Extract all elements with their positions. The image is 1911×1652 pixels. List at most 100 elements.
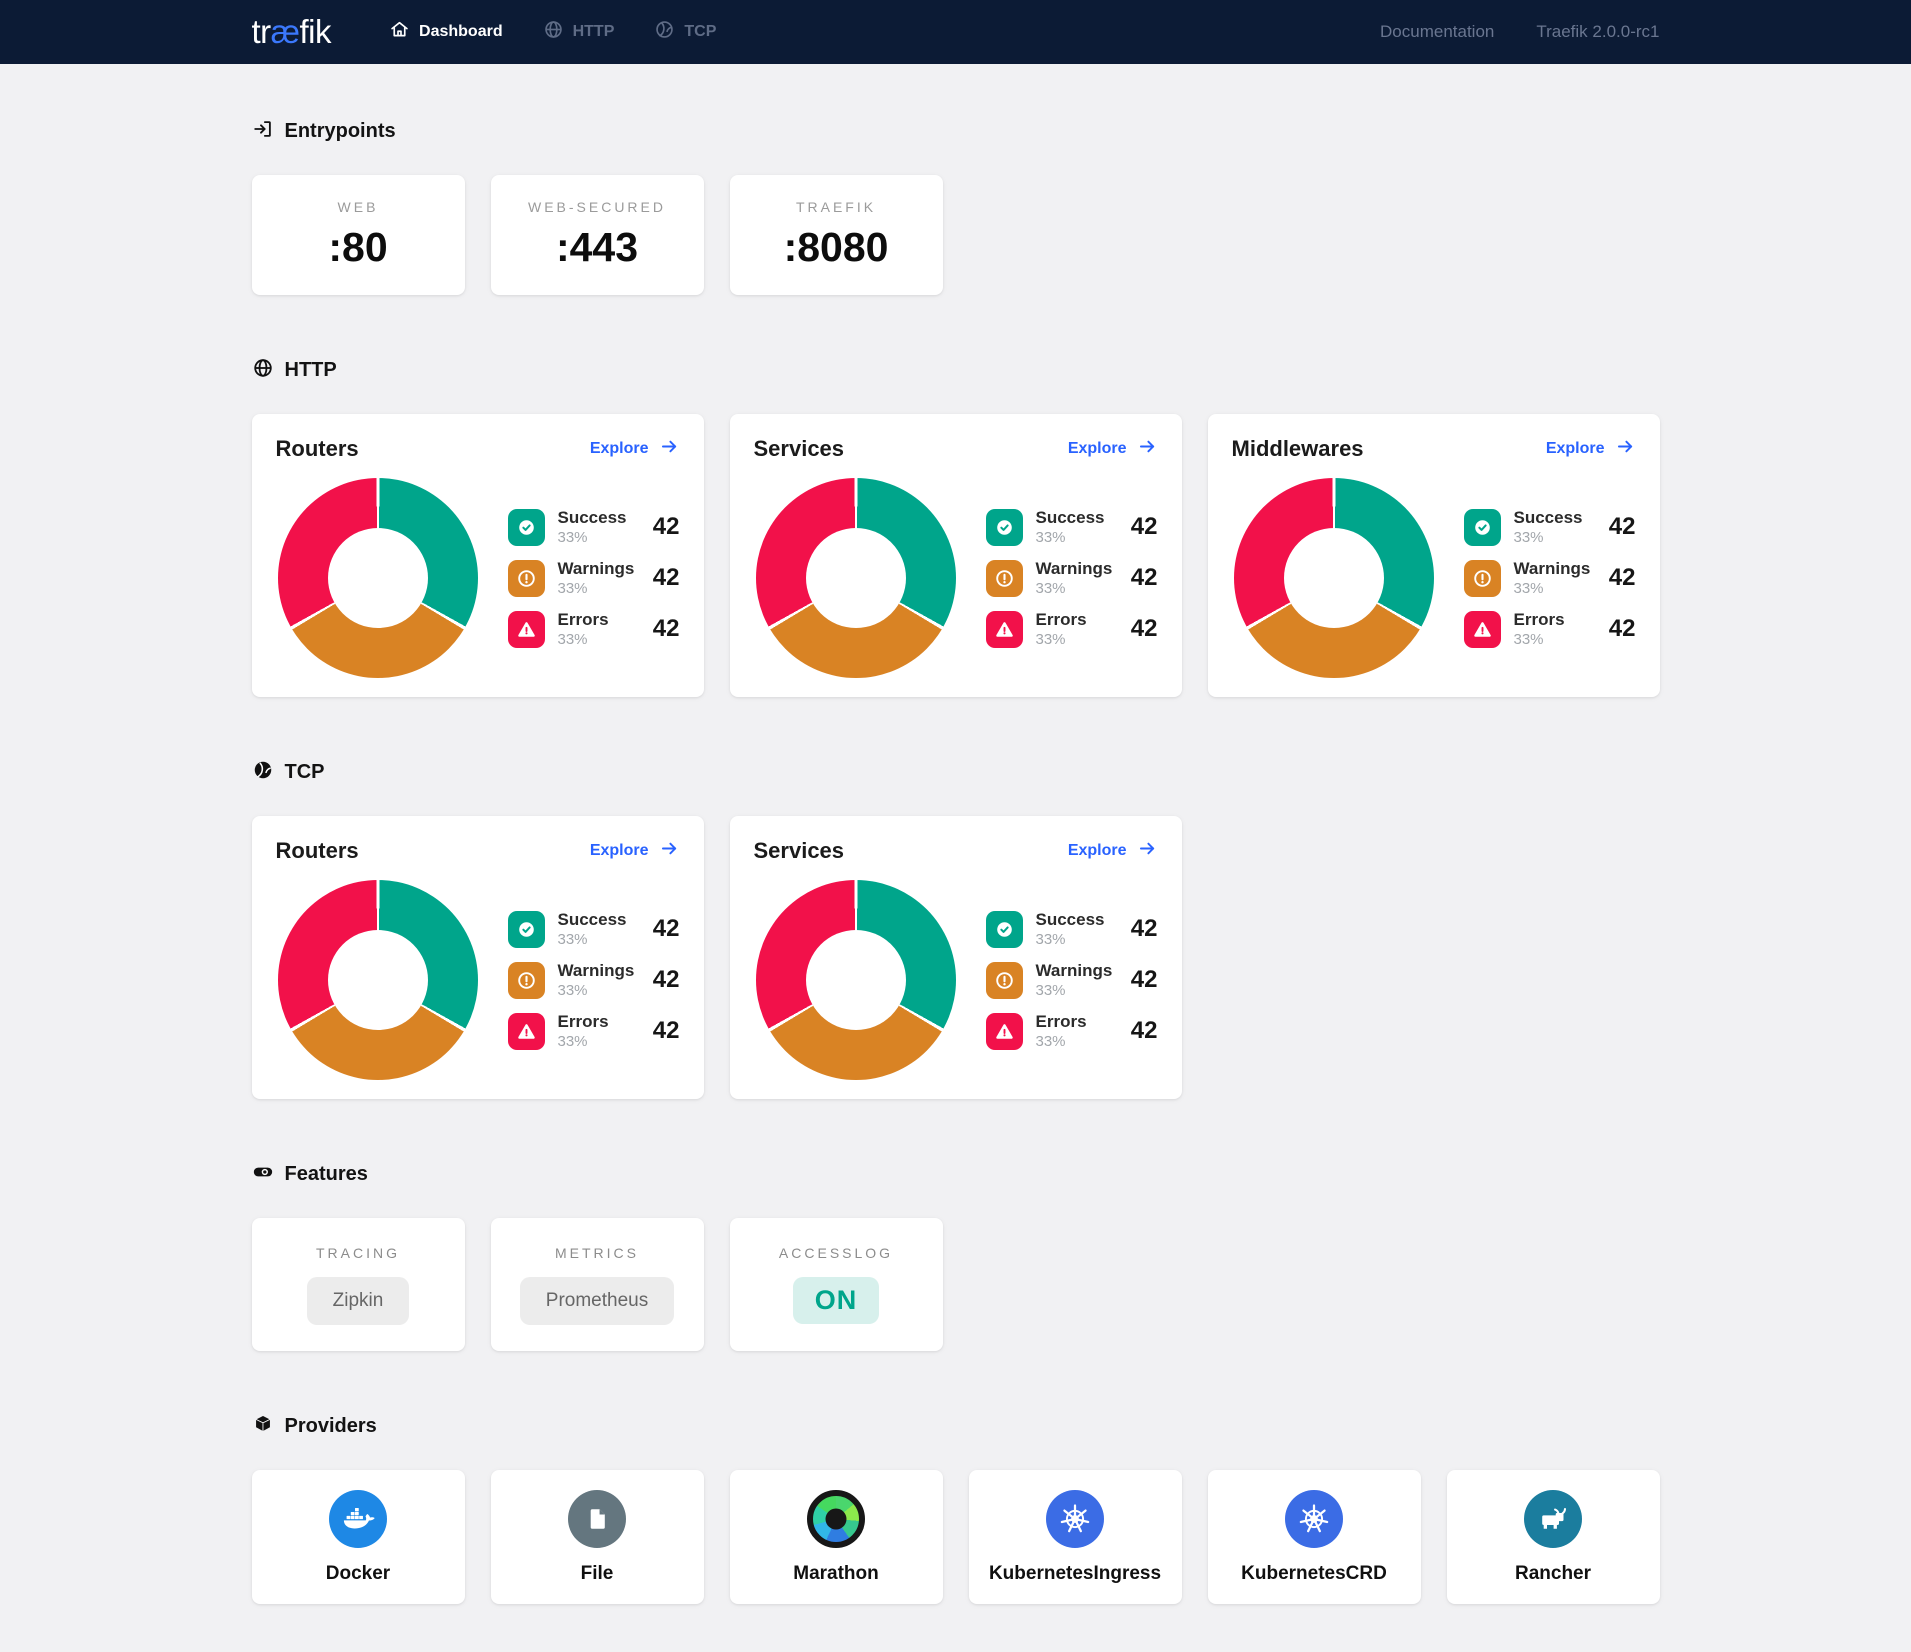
feature-on-pill: ON	[793, 1277, 880, 1324]
arrow-right-icon	[1137, 838, 1158, 864]
explore-link[interactable]: Explore	[590, 436, 680, 462]
legend-value: 42	[653, 615, 680, 643]
legend-percent: 33%	[1036, 529, 1118, 546]
arrow-right-icon	[659, 838, 680, 864]
sign-in-icon	[252, 118, 274, 145]
legend-label: Success	[1036, 910, 1118, 930]
section-features-header: Features	[252, 1161, 1660, 1188]
legend-label: Errors	[1514, 610, 1596, 630]
section-title: Providers	[285, 1415, 377, 1438]
explore-link[interactable]: Explore	[1068, 838, 1158, 864]
explore-label: Explore	[1546, 440, 1605, 458]
legend-row-warnings: Warnings33% 42	[986, 559, 1158, 597]
feature-value-pill: Prometheus	[520, 1277, 674, 1325]
legend-label: Errors	[1036, 1012, 1118, 1032]
legend-label: Success	[558, 910, 640, 930]
nav-item-http[interactable]: HTTP	[543, 19, 615, 45]
legend-percent: 33%	[1036, 631, 1118, 648]
legend-value: 42	[1609, 615, 1636, 643]
feature-label: METRICS	[555, 1245, 639, 1261]
logo-ae: æ	[271, 13, 300, 50]
feature-value-pill: Zipkin	[307, 1277, 410, 1325]
legend-value: 42	[1131, 1017, 1158, 1045]
legend-percent: 33%	[558, 982, 640, 999]
entrypoint-label: TRAEFIK	[796, 199, 876, 215]
legend-label: Warnings	[1036, 961, 1118, 981]
card-title: Services	[754, 436, 845, 462]
warning-circle-icon	[1464, 560, 1501, 597]
provider-card-rancher: Rancher	[1447, 1470, 1660, 1604]
entrypoint-value: :80	[328, 224, 387, 271]
section-title: Features	[285, 1163, 368, 1186]
explore-label: Explore	[1068, 842, 1127, 860]
provider-label: Docker	[326, 1563, 390, 1585]
version-label: Traefik 2.0.0-rc1	[1536, 22, 1659, 42]
explore-link[interactable]: Explore	[590, 838, 680, 864]
rancher-bull-icon	[1524, 1490, 1582, 1548]
legend: Success33% 42 Warnings33% 42 Errors33% 4…	[508, 910, 680, 1050]
legend-percent: 33%	[1514, 580, 1596, 597]
legend-row-success: Success33% 42	[1464, 508, 1636, 546]
card-title: Routers	[276, 838, 359, 864]
error-triangle-icon	[986, 611, 1023, 648]
provider-card-file: File	[491, 1470, 704, 1604]
section-tcp-header: TCP	[252, 759, 1660, 786]
nav-item-tcp[interactable]: TCP	[654, 19, 716, 45]
legend-value: 42	[1609, 564, 1636, 592]
toggle-icon	[252, 1161, 274, 1188]
nav-label: HTTP	[573, 23, 615, 41]
nav-label: Dashboard	[419, 23, 503, 41]
documentation-link[interactable]: Documentation	[1380, 22, 1494, 42]
success-check-icon	[1464, 509, 1501, 546]
legend: Success 33% 42 Warnings33% 42 Errors33% 4…	[986, 910, 1158, 1050]
legend: Success33% 42 Warnings33% 42 Errors33% 4…	[986, 508, 1158, 648]
section-title: TCP	[285, 761, 325, 784]
warning-circle-icon	[986, 560, 1023, 597]
error-triangle-icon	[508, 611, 545, 648]
legend-label: Warnings	[558, 559, 640, 579]
legend-row-warnings: Warnings33% 42	[986, 961, 1158, 999]
provider-card-marathon: Marathon	[730, 1470, 943, 1604]
legend-row-warnings: Warnings33% 42	[1464, 559, 1636, 597]
success-check-icon	[508, 509, 545, 546]
legend: Success33% 42 Warnings33% 42 Errors 33% 4…	[1464, 508, 1636, 648]
legend-value: 42	[653, 966, 680, 994]
legend-percent: 33%	[1036, 1033, 1118, 1050]
logo-text: tr	[252, 13, 271, 50]
card-title: Services	[754, 838, 845, 864]
warning-circle-icon	[508, 962, 545, 999]
legend-percent: 33%	[558, 580, 640, 597]
legend-label: Success	[1036, 508, 1118, 528]
legend-value: 42	[653, 513, 680, 541]
legend-value: 42	[1131, 564, 1158, 592]
legend-value: 42	[1609, 513, 1636, 541]
legend-row-success: Success33% 42	[986, 508, 1158, 546]
explore-link[interactable]: Explore	[1546, 436, 1636, 462]
globe-icon	[543, 19, 564, 45]
provider-label: Rancher	[1515, 1563, 1591, 1585]
traefik-logo[interactable]: træfik	[252, 13, 332, 51]
legend-value: 42	[653, 564, 680, 592]
arrow-right-icon	[1137, 436, 1158, 462]
explore-label: Explore	[590, 440, 649, 458]
donut-chart	[756, 880, 956, 1080]
legend-row-errors: Errors33% 42	[508, 610, 680, 648]
docker-icon	[329, 1490, 387, 1548]
explore-link[interactable]: Explore	[1068, 436, 1158, 462]
legend-label: Errors	[1036, 610, 1118, 630]
entrypoint-label: WEB-SECURED	[528, 199, 666, 215]
legend-label: Warnings	[1036, 559, 1118, 579]
explore-label: Explore	[1068, 440, 1127, 458]
tcp-ball-icon	[252, 759, 274, 786]
legend-label: Warnings	[558, 961, 640, 981]
nav-item-dashboard[interactable]: Dashboard	[389, 19, 503, 45]
legend-row-errors: Errors33% 42	[986, 1012, 1158, 1050]
legend-label: Errors	[558, 1012, 640, 1032]
legend-label: Success	[1514, 508, 1596, 528]
legend-percent: 33%	[1036, 982, 1118, 999]
legend-percent: 33%	[558, 631, 640, 648]
error-triangle-icon	[1464, 611, 1501, 648]
provider-label: KubernetesIngress	[989, 1563, 1161, 1585]
logo-text: fik	[300, 13, 332, 50]
feature-card-metrics: METRICS Prometheus	[491, 1218, 704, 1351]
